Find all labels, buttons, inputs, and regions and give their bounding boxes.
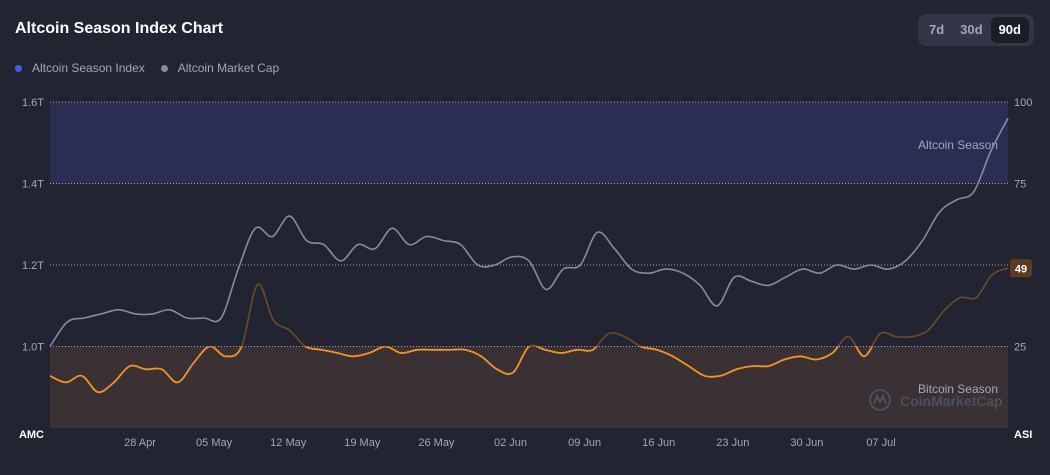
x-axis-tick-label: 09 Jun: [568, 437, 601, 449]
current-value-badge-text: 49: [1015, 263, 1027, 275]
x-axis-tick-label: 28 Apr: [124, 437, 156, 449]
left-axis-tick-label: 1.2T: [22, 260, 44, 272]
x-axis-tick-label: 19 May: [344, 437, 381, 449]
left-axis-label: AMC: [19, 429, 44, 441]
x-axis-tick-label: 02 Jun: [494, 437, 527, 449]
zone-band: [50, 102, 1008, 184]
right-axis-tick-label: 100: [1014, 97, 1032, 109]
season-zones: Altcoin SeasonBitcoin Season: [50, 102, 1008, 428]
right-axis-label: ASI: [1014, 429, 1032, 441]
left-axis-tick-label: 1.4T: [22, 179, 44, 191]
x-axis-tick-label: 30 Jun: [790, 437, 823, 449]
x-axis-tick-label: 12 May: [270, 437, 307, 449]
x-axis-tick-label: 16 Jun: [642, 437, 675, 449]
zone-label: Altcoin Season: [918, 138, 998, 152]
zone-band: [50, 346, 1008, 428]
current-value-badge: 49: [1010, 259, 1032, 278]
left-axis-tick-label: 1.6T: [22, 97, 44, 109]
x-axis-tick-label: 07 Jul: [866, 437, 895, 449]
right-axis-tick-label: 25: [1014, 342, 1026, 354]
right-axis-tick-label: 75: [1014, 179, 1026, 191]
left-axis-tick-label: 1.0T: [22, 342, 44, 354]
x-axis-tick-label: 05 May: [196, 437, 233, 449]
x-axis-tick-label: 26 May: [418, 437, 455, 449]
watermark-text: CoinMarketCap: [900, 393, 1003, 409]
x-axis-tick-label: 23 Jun: [716, 437, 749, 449]
chart-area[interactable]: Altcoin SeasonBitcoin Season CoinMarketC…: [0, 0, 1050, 475]
